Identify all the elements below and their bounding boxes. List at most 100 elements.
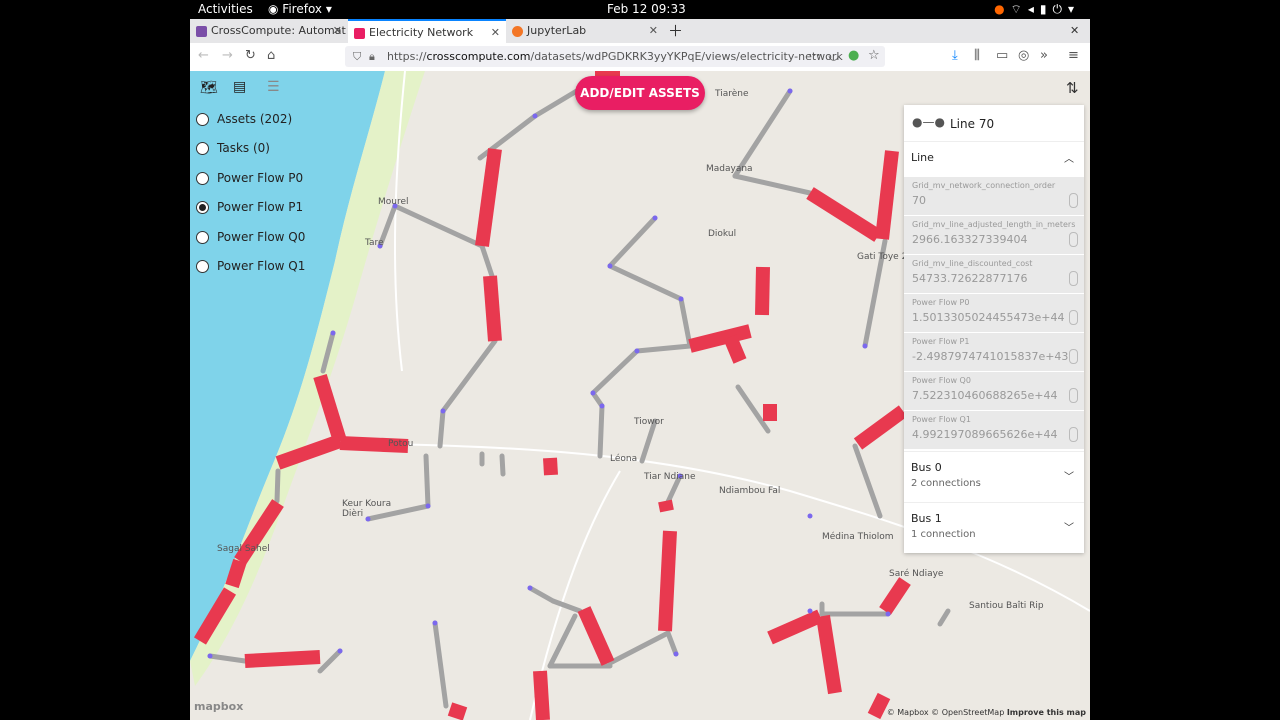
menu-icon[interactable]: ≡ bbox=[1068, 48, 1079, 63]
list-icon[interactable]: ☰ bbox=[267, 79, 280, 95]
field-connection-order[interactable]: Grid_mv_network_connection_order 70 bbox=[904, 177, 1084, 216]
volume-icon: ◂ bbox=[1027, 2, 1040, 16]
sort-icon[interactable]: ⇅ bbox=[1066, 79, 1079, 97]
stepper-icon[interactable] bbox=[1069, 193, 1078, 208]
place-label: Sagal Sahel bbox=[217, 544, 270, 554]
attribution-text[interactable]: © Mapbox © OpenStreetMap bbox=[887, 708, 1005, 717]
app-name: Firefox bbox=[282, 2, 323, 16]
place-label: Tare bbox=[365, 238, 384, 248]
reload-icon[interactable]: ↻ bbox=[245, 48, 256, 63]
pocket-icon[interactable]: ◡ bbox=[828, 48, 839, 63]
field-discounted-cost[interactable]: Grid_mv_line_discounted_cost 54733.726228… bbox=[904, 255, 1084, 294]
back-icon[interactable]: ← bbox=[198, 48, 209, 63]
tab-strip: CrossCompute: Automat ✕ Electricity Netw… bbox=[190, 19, 1090, 43]
field-value: 2966.163327339404 bbox=[912, 233, 1028, 246]
map-view[interactable]: Tiarène Madayana Diokul Gati Toye 2 Mour… bbox=[190, 71, 1090, 720]
place-label: Ndiambou Fal bbox=[719, 486, 781, 496]
field-power-flow-q1[interactable]: Power Flow Q1 4.992197089665626e+44 bbox=[904, 411, 1084, 450]
radio-p1[interactable] bbox=[196, 201, 209, 214]
sidebar-icon[interactable]: ▭ bbox=[996, 48, 1008, 63]
close-tab-icon[interactable]: ✕ bbox=[649, 19, 658, 43]
system-top-bar: Activities ◉ Firefox ▾ Feb 12 09:33 ●⌔◂▮… bbox=[0, 0, 1280, 19]
bookmark-star-icon[interactable]: ☆ bbox=[868, 48, 880, 63]
account-icon[interactable]: ◎ bbox=[1018, 48, 1029, 63]
tab-label: Electricity Network bbox=[369, 26, 474, 39]
chevron-down-icon: ﹀ bbox=[1064, 472, 1074, 483]
stepper-icon[interactable] bbox=[1069, 310, 1078, 325]
favicon-icon bbox=[512, 25, 523, 37]
tab-electricity-network[interactable]: Electricity Network ✕ bbox=[348, 19, 506, 43]
radio-tasks[interactable] bbox=[196, 142, 209, 155]
section-bus-1[interactable]: Bus 1 1 connection ﹀ bbox=[904, 502, 1084, 553]
overflow-icon[interactable]: » bbox=[1040, 48, 1048, 63]
field-key: Power Flow Q0 bbox=[912, 376, 971, 385]
stepper-icon[interactable] bbox=[1069, 388, 1078, 403]
mapbox-logo[interactable]: mapbox bbox=[194, 700, 243, 713]
radio-q0[interactable] bbox=[196, 231, 209, 244]
chevron-down-icon: ▾ bbox=[1067, 2, 1080, 16]
line-icon: ●—● bbox=[912, 115, 945, 129]
stepper-icon[interactable] bbox=[1069, 232, 1078, 247]
field-adjusted-length[interactable]: Grid_mv_line_adjusted_length_in_meters 29… bbox=[904, 216, 1084, 255]
place-label: Tiarène bbox=[715, 89, 749, 99]
home-icon[interactable]: ⌂ bbox=[267, 48, 275, 63]
favicon-icon bbox=[354, 27, 365, 39]
place-label: Médina Thiolom bbox=[822, 532, 894, 542]
stepper-icon[interactable] bbox=[1069, 427, 1078, 442]
asset-detail-panel: ●—● Line 70 Line ︿ Grid_mv_network_conne… bbox=[904, 105, 1084, 553]
clock[interactable]: Feb 12 09:33 bbox=[607, 2, 686, 16]
place-label: Santiou Baîti Rip bbox=[969, 601, 1044, 611]
map-icon[interactable]: 🗺︎ bbox=[200, 80, 218, 96]
close-window-button[interactable]: ✕ bbox=[1070, 19, 1090, 43]
section-bus-0[interactable]: Bus 0 2 connections ﹀ bbox=[904, 451, 1084, 502]
map-attribution: © Mapbox © OpenStreetMap Improve this ma… bbox=[887, 708, 1086, 717]
panel-title: Line 70 bbox=[950, 117, 995, 131]
section-line-header[interactable]: Line ︿ bbox=[904, 141, 1084, 176]
tab-label: JupyterLab bbox=[527, 24, 587, 37]
field-power-flow-p0[interactable]: Power Flow P0 1.5013305024455473e+44 bbox=[904, 294, 1084, 333]
field-key: Grid_mv_line_adjusted_length_in_meters bbox=[912, 220, 1076, 229]
tab-jupyterlab[interactable]: JupyterLab ✕ bbox=[506, 19, 664, 43]
table-icon[interactable]: ▤ bbox=[233, 79, 246, 95]
add-edit-assets-button[interactable]: ADD/EDIT ASSETS bbox=[575, 76, 705, 110]
close-tab-icon[interactable]: ✕ bbox=[491, 21, 500, 43]
library-icon[interactable]: ⫼ bbox=[974, 48, 980, 63]
radio-assets[interactable] bbox=[196, 113, 209, 126]
close-tab-icon[interactable]: ✕ bbox=[333, 19, 342, 43]
forward-icon[interactable]: → bbox=[222, 48, 233, 63]
radio-q1[interactable] bbox=[196, 260, 209, 273]
url-host: crosscompute.com bbox=[426, 50, 531, 63]
new-tab-button[interactable]: ＋ bbox=[668, 19, 688, 43]
panel-header: ●—● Line 70 bbox=[904, 105, 1084, 141]
improve-map-link[interactable]: Improve this map bbox=[1007, 708, 1086, 717]
field-key: Grid_mv_line_discounted_cost bbox=[912, 259, 1033, 268]
section-subtitle: 2 connections bbox=[911, 478, 981, 489]
page-actions-icon[interactable]: ⋯ bbox=[808, 48, 821, 63]
wifi-icon: ⌔ bbox=[1010, 2, 1028, 16]
place-label: Tiowor bbox=[634, 417, 664, 427]
extension-icon[interactable]: ● bbox=[848, 48, 859, 63]
url-scheme: https:// bbox=[387, 50, 427, 63]
tab-crosscompute[interactable]: CrossCompute: Automat ✕ bbox=[190, 19, 348, 43]
stepper-icon[interactable] bbox=[1069, 349, 1078, 364]
field-power-flow-p1[interactable]: Power Flow P1 -2.4987974741015837e+43 bbox=[904, 333, 1084, 372]
place-label: Mourel bbox=[378, 197, 409, 207]
tab-label: CrossCompute: Automat bbox=[211, 24, 346, 37]
notification-dot-icon: ● bbox=[994, 2, 1011, 16]
place-label: Keur Koura Dièri bbox=[342, 499, 392, 519]
field-key: Power Flow P1 bbox=[912, 337, 970, 346]
radio-p0[interactable] bbox=[196, 172, 209, 185]
download-icon[interactable]: ⤓ bbox=[952, 48, 958, 63]
url-bar[interactable]: ⛉ 🔒︎ https://crosscompute.com/datasets/w… bbox=[345, 46, 885, 67]
chevron-down-icon: ﹀ bbox=[1064, 523, 1074, 534]
field-value: 54733.72622877176 bbox=[912, 272, 1028, 285]
app-menu[interactable]: ◉ Firefox ▾ bbox=[268, 2, 332, 16]
section-title: Line bbox=[911, 151, 934, 164]
stepper-icon[interactable] bbox=[1069, 271, 1078, 286]
sea bbox=[190, 71, 385, 661]
activities-button[interactable]: Activities bbox=[198, 2, 253, 16]
system-tray[interactable]: ●⌔◂▮⏻▾ bbox=[994, 2, 1080, 17]
field-power-flow-q0[interactable]: Power Flow Q0 7.522310460688265e+44 bbox=[904, 372, 1084, 411]
field-key: Grid_mv_network_connection_order bbox=[912, 181, 1056, 190]
field-key: Power Flow Q1 bbox=[912, 415, 971, 424]
